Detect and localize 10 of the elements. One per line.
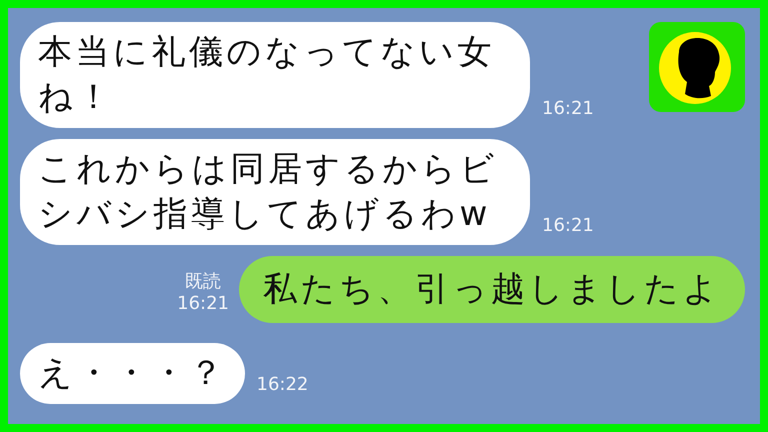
timestamp: 16:22 <box>256 374 308 396</box>
avatar-icon <box>649 22 745 112</box>
timestamp: 16:21 <box>542 98 594 120</box>
timestamp: 16:21 <box>177 293 229 315</box>
received-message-bubble: え・・・？ <box>20 343 244 404</box>
received-message-bubble: これからは同居するからビシバシ指導してあげるわw <box>20 139 530 245</box>
timestamp: 16:21 <box>542 215 594 237</box>
read-receipt: 既読 <box>185 271 222 293</box>
sent-message-bubble: 私たち、引っ越しましたよ <box>239 256 745 323</box>
received-message-bubble: 本当に礼儀のなってない女ね！ <box>20 22 530 128</box>
